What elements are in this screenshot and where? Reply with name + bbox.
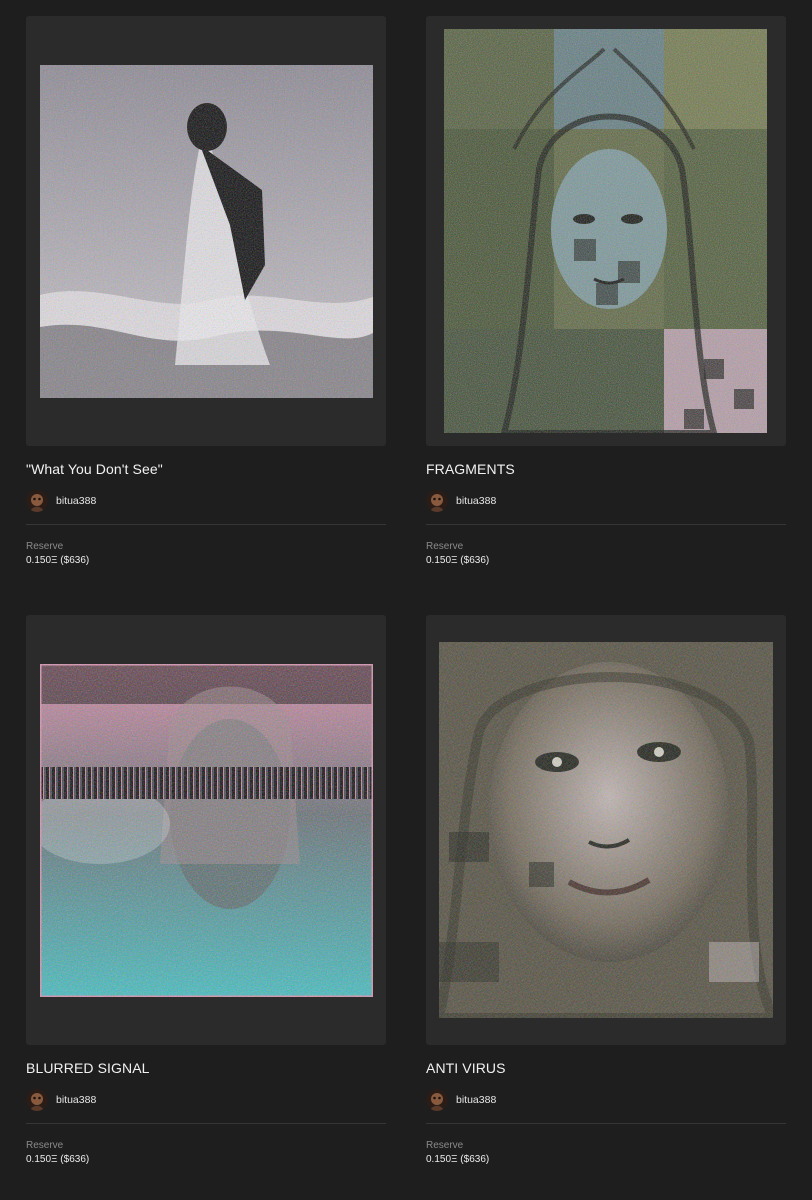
creator-name[interactable]: bitua388 (56, 1094, 96, 1106)
creator-link[interactable]: bitua388 (26, 1089, 96, 1111)
creator-avatar[interactable] (426, 490, 448, 512)
artwork-image-anti-virus[interactable] (439, 642, 773, 1018)
divider (26, 1123, 386, 1124)
reserve-price: 0.150Ξ ($636) (26, 555, 90, 566)
reserve-price: 0.150Ξ ($636) (426, 555, 490, 566)
creator-avatar[interactable] (26, 490, 48, 512)
artwork-image-blurred-signal[interactable] (40, 664, 373, 997)
creator-avatar[interactable] (426, 1089, 448, 1111)
listing-title[interactable]: BLURRED SIGNAL (26, 1060, 150, 1076)
creator-link[interactable]: bitua388 (26, 490, 96, 512)
divider (426, 1123, 786, 1124)
reserve-price: 0.150Ξ ($636) (26, 1154, 90, 1165)
reserve-label: Reserve (26, 541, 64, 552)
creator-link[interactable]: bitua388 (426, 1089, 496, 1111)
listing-title[interactable]: ANTI VIRUS (426, 1060, 506, 1076)
artwork-frame[interactable] (26, 615, 386, 1045)
creator-avatar[interactable] (26, 1089, 48, 1111)
artwork-frame[interactable] (426, 615, 786, 1045)
creator-name[interactable]: bitua388 (56, 495, 96, 507)
listing-title[interactable]: FRAGMENTS (426, 461, 515, 477)
artwork-frame[interactable] (426, 16, 786, 446)
listing-title[interactable]: "What You Don't See" (26, 461, 163, 477)
creator-name[interactable]: bitua388 (456, 495, 496, 507)
creator-link[interactable]: bitua388 (426, 490, 496, 512)
divider (26, 524, 386, 525)
reserve-label: Reserve (426, 541, 464, 552)
reserve-label: Reserve (426, 1140, 464, 1151)
creator-name[interactable]: bitua388 (456, 1094, 496, 1106)
artwork-image-what-you-dont-see[interactable] (40, 65, 373, 398)
divider (426, 524, 786, 525)
reserve-price: 0.150Ξ ($636) (426, 1154, 490, 1165)
reserve-label: Reserve (26, 1140, 64, 1151)
artwork-image-fragments[interactable] (444, 29, 767, 433)
artwork-frame[interactable] (26, 16, 386, 446)
